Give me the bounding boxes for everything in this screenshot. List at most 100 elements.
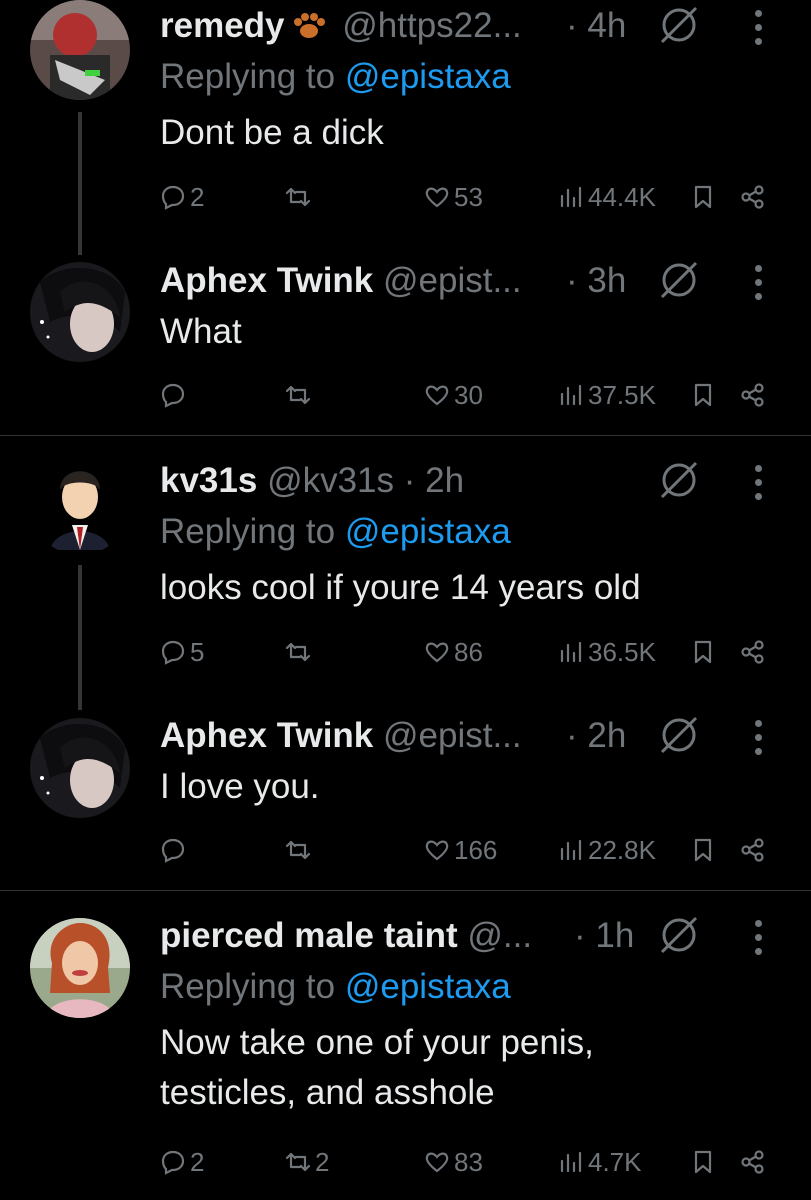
grok-icon[interactable] xyxy=(658,4,700,46)
retweet-icon xyxy=(285,1152,311,1172)
views-button[interactable]: 4.7K xyxy=(558,1142,642,1182)
views-button[interactable]: 36.5K xyxy=(558,632,656,672)
display-name[interactable]: Aphex Twink xyxy=(160,261,373,300)
user-handle[interactable]: @... xyxy=(467,916,532,955)
reply-icon xyxy=(161,838,185,863)
divider xyxy=(0,435,811,436)
mention-link[interactable]: @epistaxa xyxy=(345,512,511,551)
retweet-button[interactable] xyxy=(285,177,315,217)
share-icon xyxy=(741,640,764,664)
view-count: 37.5K xyxy=(588,379,656,410)
mention-link[interactable]: @epistaxa xyxy=(345,967,511,1006)
reply-count: 2 xyxy=(190,181,205,212)
retweet-count: 2 xyxy=(315,1146,330,1177)
views-button[interactable]: 22.8K xyxy=(558,830,656,870)
timestamp[interactable]: · 3h xyxy=(566,255,626,307)
reply-icon xyxy=(161,640,185,665)
share-button[interactable] xyxy=(740,1142,766,1182)
tweet-actions: 2 53 44.4K xyxy=(160,177,811,217)
views-button[interactable]: 37.5K xyxy=(558,375,656,415)
grok-icon[interactable] xyxy=(658,714,700,756)
tweet-text: What xyxy=(160,312,242,351)
more-options-icon[interactable] xyxy=(752,920,764,958)
like-button[interactable]: 30 xyxy=(424,375,483,415)
display-name[interactable]: remedy xyxy=(160,6,285,45)
bookmark-button[interactable] xyxy=(690,830,716,870)
tweet-aphex-twink-1[interactable]: Aphex Twink @epist... · 3h What 30 37.5K xyxy=(0,255,811,435)
like-button[interactable]: 86 xyxy=(424,632,483,672)
tweet-text: Dont be a dick xyxy=(160,113,384,152)
display-name[interactable]: Aphex Twink xyxy=(160,716,373,755)
views-icon xyxy=(560,641,582,663)
thread-line xyxy=(78,112,82,255)
avatar[interactable] xyxy=(30,455,130,555)
timestamp[interactable]: · 4h xyxy=(566,0,626,52)
share-button[interactable] xyxy=(740,177,766,217)
user-handle[interactable]: @epist... xyxy=(383,716,522,755)
like-count: 30 xyxy=(454,379,483,410)
views-icon xyxy=(560,384,582,406)
more-options-icon[interactable] xyxy=(752,465,764,503)
retweet-icon xyxy=(285,385,311,405)
timestamp[interactable]: · 2h xyxy=(566,710,626,762)
reply-feed: remedy @https22... · 4h Replying to @epi… xyxy=(0,0,811,1200)
mention-link[interactable]: @epistaxa xyxy=(345,57,511,96)
tweet-remedy[interactable]: remedy @https22... · 4h Replying to @epi… xyxy=(0,0,811,255)
reply-button[interactable]: 2 xyxy=(160,177,204,217)
retweet-button[interactable] xyxy=(285,632,315,672)
share-button[interactable] xyxy=(740,375,766,415)
reply-count: 2 xyxy=(190,1146,205,1177)
bookmark-button[interactable] xyxy=(690,375,716,415)
replying-to: Replying to @epistaxa xyxy=(160,57,511,96)
bookmark-button[interactable] xyxy=(690,1142,716,1182)
tweet-aphex-twink-2[interactable]: Aphex Twink @epist... · 2h I love you. 1… xyxy=(0,710,811,890)
reply-button[interactable] xyxy=(160,375,190,415)
heart-icon xyxy=(425,642,449,663)
like-button[interactable]: 53 xyxy=(424,177,483,217)
views-icon xyxy=(560,839,582,861)
avatar[interactable] xyxy=(30,718,130,818)
more-options-icon[interactable] xyxy=(752,720,764,758)
tweet-pierced-male-taint[interactable]: pierced male taint @... · 1h Replying to… xyxy=(0,910,811,1200)
share-button[interactable] xyxy=(740,632,766,672)
grok-icon[interactable] xyxy=(658,459,700,501)
tweet-actions: 166 22.8K xyxy=(160,830,811,870)
user-handle[interactable]: @kv31s xyxy=(267,461,394,500)
reply-icon xyxy=(161,1150,185,1175)
timestamp[interactable]: · 2h xyxy=(404,461,464,500)
avatar[interactable] xyxy=(30,918,130,1018)
display-name[interactable]: kv31s xyxy=(160,461,257,500)
bookmark-button[interactable] xyxy=(690,632,716,672)
grok-icon[interactable] xyxy=(658,914,700,956)
more-options-icon[interactable] xyxy=(752,10,764,48)
display-name[interactable]: pierced male taint xyxy=(160,916,458,955)
grok-icon[interactable] xyxy=(658,259,700,301)
bookmark-icon xyxy=(694,1150,712,1174)
replying-to: Replying to @epistaxa xyxy=(160,967,511,1006)
retweet-icon xyxy=(285,187,311,207)
avatar[interactable] xyxy=(30,262,130,362)
timestamp[interactable]: · 1h xyxy=(574,910,634,962)
tweet-kv31s[interactable]: kv31s @kv31s · 2h Replying to @epistaxa … xyxy=(0,455,811,710)
retweet-button[interactable] xyxy=(285,375,315,415)
reply-button[interactable]: 5 xyxy=(160,632,204,672)
more-options-icon[interactable] xyxy=(752,265,764,303)
divider xyxy=(0,890,811,891)
avatar[interactable] xyxy=(30,0,130,100)
retweet-button[interactable]: 2 xyxy=(285,1142,329,1182)
like-button[interactable]: 83 xyxy=(424,1142,483,1182)
bookmark-button[interactable] xyxy=(690,177,716,217)
tweet-header: Aphex Twink @epist... · 3h xyxy=(160,255,811,307)
retweet-button[interactable] xyxy=(285,830,315,870)
share-button[interactable] xyxy=(740,830,766,870)
user-handle[interactable]: @https22... xyxy=(342,6,522,45)
like-count: 53 xyxy=(454,181,483,212)
views-icon xyxy=(560,186,582,208)
share-icon xyxy=(741,838,764,862)
reply-button[interactable]: 2 xyxy=(160,1142,204,1182)
like-button[interactable]: 166 xyxy=(424,830,497,870)
user-handle[interactable]: @epist... xyxy=(383,261,522,300)
reply-button[interactable] xyxy=(160,830,190,870)
views-button[interactable]: 44.4K xyxy=(558,177,656,217)
like-count: 86 xyxy=(454,636,483,667)
